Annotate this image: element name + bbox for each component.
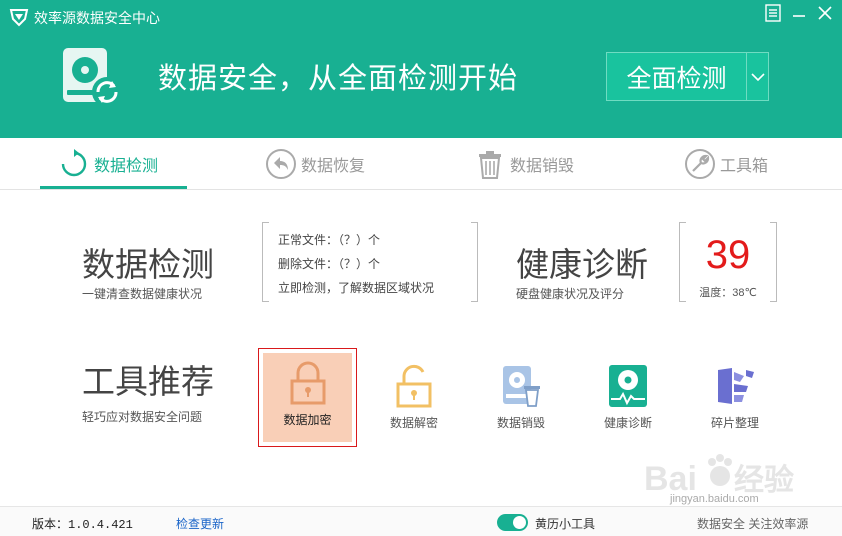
disk-scan-icon — [63, 48, 122, 107]
detect-subtitle: 一键清查数据健康状况 — [82, 287, 203, 301]
tool-label: 数据销毁 — [496, 416, 545, 430]
tool-label: 健康诊断 — [603, 416, 652, 430]
tab-data-detect[interactable]: 数据检测 — [58, 138, 158, 190]
defrag-icon — [718, 368, 754, 404]
tab-data-recovery[interactable]: 数据恢复 — [265, 138, 365, 190]
disk-trash-icon — [503, 366, 540, 407]
disk-temperature: 温度：38℃ — [699, 287, 757, 299]
tools-title: 工具推荐 — [82, 363, 214, 400]
tool-label: 碎片整理 — [710, 416, 759, 430]
watermark-url: jingyan.baidu.com — [670, 493, 759, 505]
shield-logo-icon — [9, 9, 29, 27]
active-tab-indicator — [40, 186, 187, 189]
tab-label: 数据销毁 — [510, 158, 575, 175]
minimize-icon[interactable] — [788, 4, 810, 28]
window-title: 效率源数据安全中心 — [34, 10, 160, 26]
undo-arrow-icon — [266, 149, 296, 179]
tools-subtitle: 轻巧应对数据安全问题 — [82, 410, 203, 424]
check-update-link[interactable]: 检查更新 — [176, 515, 224, 532]
health-title[interactable]: 健康诊断 — [516, 238, 648, 286]
detect-title[interactable]: 数据检测 — [82, 238, 214, 286]
calendar-tool-label: 黄历小工具 — [535, 517, 596, 531]
tab-label: 数据恢复 — [301, 158, 366, 175]
tool-data-destroy[interactable]: 数据销毁 — [474, 352, 568, 444]
health-subtitle: 硬盘健康状况及评分 — [516, 287, 625, 301]
tool-defragment[interactable]: 碎片整理 — [688, 352, 782, 444]
deleted-files-count: 删除文件：（？）个 — [278, 257, 381, 271]
calendar-tool-toggle[interactable] — [497, 514, 528, 531]
footer-slogan: 数据安全 关注效率源 — [697, 517, 809, 531]
version-label: 版本：1.0.4.421 — [32, 518, 133, 532]
refresh-circle-icon — [61, 149, 87, 177]
lock-open-icon — [396, 364, 432, 408]
disk-pulse-icon — [609, 365, 647, 407]
full-scan-button-group: 全面检测 — [606, 52, 769, 101]
tab-label: 数据检测 — [94, 158, 159, 175]
chevron-down-icon — [750, 72, 765, 81]
trash-icon — [479, 151, 501, 179]
tab-data-destroy[interactable]: 数据销毁 — [474, 138, 574, 190]
tool-label: 数据解密 — [389, 416, 438, 430]
status-bar: 版本：1.0.4.421 检查更新 黄历小工具 数据安全 关注效率源 — [0, 506, 842, 536]
health-score: 39 — [705, 233, 751, 277]
tool-label: 数据加密 — [283, 413, 332, 427]
tool-data-decrypt[interactable]: 数据解密 — [367, 352, 461, 444]
hero-headline: 数据安全，从全面检测开始 — [158, 63, 519, 95]
tab-toolbox[interactable]: 工具箱 — [684, 138, 768, 190]
full-scan-button[interactable]: 全面检测 — [607, 53, 747, 100]
toggle-knob — [513, 516, 526, 529]
scan-options-dropdown[interactable] — [747, 53, 768, 100]
wrench-icon — [685, 149, 715, 179]
tool-data-encrypt[interactable]: 数据加密 — [258, 348, 357, 447]
tool-health-diagnosis[interactable]: 健康诊断 — [581, 352, 675, 444]
header-banner: 效率源数据安全中心 数据安全，从全面检测开始 全面检测 — [0, 0, 842, 138]
svg-text:经验: 经验 — [734, 463, 794, 497]
detect-hint[interactable]: 立即检测，了解数据区域状况 — [278, 279, 434, 296]
main-tabs: 数据检测 数据恢复 数据销毁 工具箱 — [0, 138, 842, 190]
close-icon[interactable] — [814, 4, 836, 28]
lock-closed-icon — [290, 361, 325, 405]
menu-icon[interactable] — [762, 4, 784, 28]
normal-files-count: 正常文件：（？）个 — [278, 233, 381, 247]
tab-label: 工具箱 — [720, 158, 769, 175]
